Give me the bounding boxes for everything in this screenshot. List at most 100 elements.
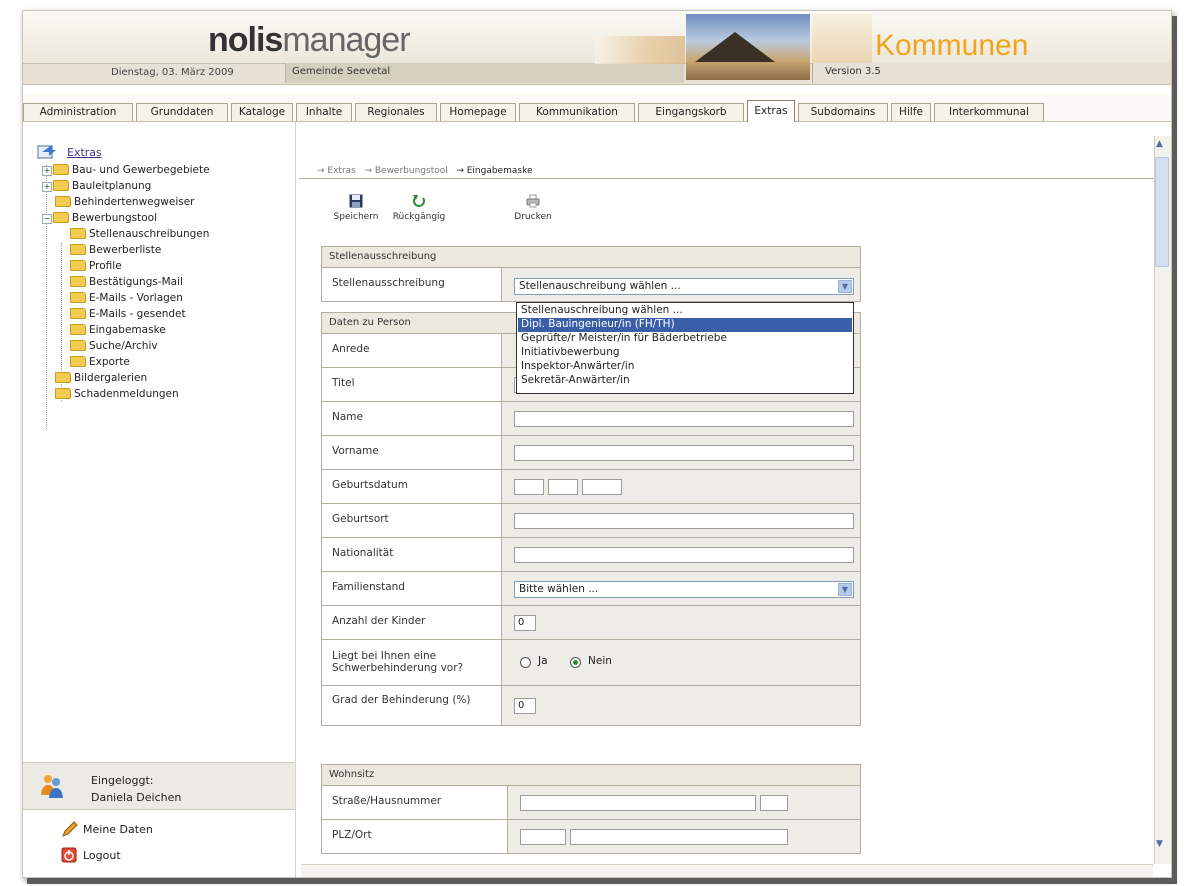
section-wohnsitz: Wohnsitz <box>321 764 861 786</box>
vorname-input[interactable] <box>514 445 854 461</box>
folder-icon <box>70 308 86 319</box>
print-button[interactable]: Drucken <box>511 194 555 222</box>
geburtsdatum-jahr-input[interactable] <box>582 479 622 495</box>
nationalitaet-input[interactable] <box>514 547 854 563</box>
ort-input[interactable] <box>570 829 788 845</box>
geburtsort-input[interactable] <box>514 513 854 529</box>
login-username: Daniela Deichen <box>91 791 182 804</box>
sidebar-item-bestaetigungs-mail[interactable]: Bestätigungs-Mail <box>70 274 183 290</box>
sidebar-item-bauleitplanung[interactable]: + Bauleitplanung <box>42 178 151 194</box>
sidebar-item-bewerberliste[interactable]: Bewerberliste <box>70 242 161 258</box>
sidebar-item-exporte[interactable]: Exporte <box>70 354 130 370</box>
dropdown-option[interactable]: Stellenauschreibung wählen ... <box>518 304 852 318</box>
expand-icon[interactable]: + <box>42 182 52 192</box>
scroll-down-icon[interactable]: ▼ <box>1156 839 1163 849</box>
geburtsdatum-tag-input[interactable] <box>514 479 544 495</box>
breadcrumb-current: → Eingabemaske <box>456 166 533 176</box>
tab-inhalte[interactable]: Inhalte <box>296 103 352 121</box>
folder-icon <box>70 340 86 351</box>
row-name: Name <box>321 402 861 436</box>
pencil-icon <box>62 821 78 837</box>
row-strasse: Straße/Hausnummer <box>321 786 861 820</box>
folder-icon <box>55 196 71 207</box>
login-label: Eingeloggt: <box>91 774 154 787</box>
folder-icon <box>53 164 69 175</box>
sidebar-item-behindertenwegweiser[interactable]: Behindertenwegweiser <box>55 194 195 210</box>
tab-administration[interactable]: Administration <box>23 103 133 121</box>
tab-homepage[interactable]: Homepage <box>440 103 516 121</box>
kinder-input[interactable]: 0 <box>514 615 536 631</box>
chevron-down-icon[interactable]: ▼ <box>838 583 852 596</box>
tab-regionales[interactable]: Regionales <box>355 103 437 121</box>
users-icon <box>41 775 63 798</box>
folder-icon <box>70 356 86 367</box>
dropdown-option[interactable]: Sekretär-Anwärter/in <box>518 374 852 388</box>
collapse-icon[interactable]: − <box>42 214 52 224</box>
tab-subdomains[interactable]: Subdomains <box>798 103 888 121</box>
scrollbar-thumb[interactable] <box>1155 157 1169 267</box>
section-stellenausschreibung: Stellenausschreibung <box>321 246 861 268</box>
row-geburtsdatum: Geburtsdatum <box>321 470 861 504</box>
app-logo: nolismanager <box>208 21 411 59</box>
dropdown-option[interactable]: Inspektor-Anwärter/in <box>518 360 852 374</box>
row-nationalitaet: Nationalität <box>321 538 861 572</box>
stellenausschreibung-dropdown-list: Stellenauschreibung wählen ... Dipl. Bau… <box>516 302 854 394</box>
dropdown-option[interactable]: Geprüfte/r Meister/in für Bäderbetriebe <box>518 332 852 346</box>
strasse-input[interactable] <box>520 795 756 811</box>
sidebar-item-bildergalerien[interactable]: Bildergalerien <box>55 370 147 386</box>
logout-link[interactable]: Logout <box>83 849 121 862</box>
sidebar-item-emails-gesendet[interactable]: E-Mails - gesendet <box>70 306 186 322</box>
breadcrumb-bewerbungstool[interactable]: → Bewerbungstool <box>364 166 447 176</box>
name-input[interactable] <box>514 411 854 427</box>
chevron-down-icon[interactable]: ▼ <box>838 280 852 293</box>
row-kinder: Anzahl der Kinder 0 <box>321 606 861 640</box>
header-images <box>595 14 815 82</box>
sidebar-item-stellenauschreibungen[interactable]: Stellenauschreibungen <box>70 226 209 242</box>
sidebar-item-schadenmeldungen[interactable]: Schadenmeldungen <box>55 386 179 402</box>
current-date: Dienstag, 03. März 2009 <box>111 67 234 78</box>
grad-input[interactable]: 0 <box>514 698 536 714</box>
sidebar-item-bau-gewerbe[interactable]: + Bau- und Gewerbegebiete <box>42 162 210 178</box>
sidebar-item-eingabemaske[interactable]: Eingabemaske <box>70 322 166 338</box>
sidebar-item-bewerbungstool[interactable]: − Bewerbungstool <box>42 210 157 226</box>
horizontal-scrollbar[interactable] <box>301 864 1153 877</box>
sidebar-item-profile[interactable]: Profile <box>70 258 122 274</box>
undo-button[interactable]: Rückgängig <box>391 194 447 222</box>
plz-input[interactable] <box>520 829 566 845</box>
row-vorname: Vorname <box>321 436 861 470</box>
stellenausschreibung-select[interactable]: Stellenauschreibung wählen ... ▼ <box>514 278 854 295</box>
tab-eingangskorb[interactable]: Eingangskorb <box>638 103 744 121</box>
breadcrumb: → Extras → Bewerbungstool → Eingabemaske <box>317 166 533 176</box>
breadcrumb-extras[interactable]: → Extras <box>317 166 356 176</box>
product-title: Kommunen <box>875 29 1029 62</box>
tab-kataloge[interactable]: Kataloge <box>231 103 293 121</box>
radio-ja[interactable] <box>520 657 531 668</box>
sidebar-root-extras[interactable]: Extras <box>67 146 102 159</box>
folder-icon <box>70 228 86 239</box>
folder-icon <box>53 180 69 191</box>
row-schwerbehinderung: Liegt bei Ihnen eine Schwerbehinderung v… <box>321 640 861 686</box>
save-button[interactable]: Speichern <box>331 194 381 222</box>
extras-icon <box>37 145 56 159</box>
radio-nein[interactable] <box>570 657 581 668</box>
tab-interkommunal[interactable]: Interkommunal <box>934 103 1044 121</box>
geburtsdatum-monat-input[interactable] <box>548 479 578 495</box>
hausnummer-input[interactable] <box>760 795 788 811</box>
row-grad: Grad der Behinderung (%) 0 <box>321 686 861 726</box>
save-icon <box>349 194 363 208</box>
tab-extras[interactable]: Extras <box>747 100 795 122</box>
dropdown-option-highlighted[interactable]: Dipl. Bauingenieur/in (FH/TH) <box>518 318 852 332</box>
folder-icon <box>55 372 71 383</box>
version-label: Version 3.5 <box>825 66 881 77</box>
scroll-up-icon[interactable]: ▲ <box>1156 139 1163 149</box>
dropdown-option[interactable]: Initiativbewerbung <box>518 346 852 360</box>
sidebar-item-emails-vorlagen[interactable]: E-Mails - Vorlagen <box>70 290 183 306</box>
meine-daten-link[interactable]: Meine Daten <box>83 823 153 836</box>
folder-open-icon <box>53 212 69 223</box>
tab-hilfe[interactable]: Hilfe <box>891 103 931 121</box>
familienstand-select[interactable]: Bitte wählen ... ▼ <box>514 581 854 598</box>
tab-kommunikation[interactable]: Kommunikation <box>519 103 635 121</box>
tab-grunddaten[interactable]: Grunddaten <box>136 103 228 121</box>
sidebar-item-suche-archiv[interactable]: Suche/Archiv <box>70 338 158 354</box>
expand-icon[interactable]: + <box>42 166 52 176</box>
